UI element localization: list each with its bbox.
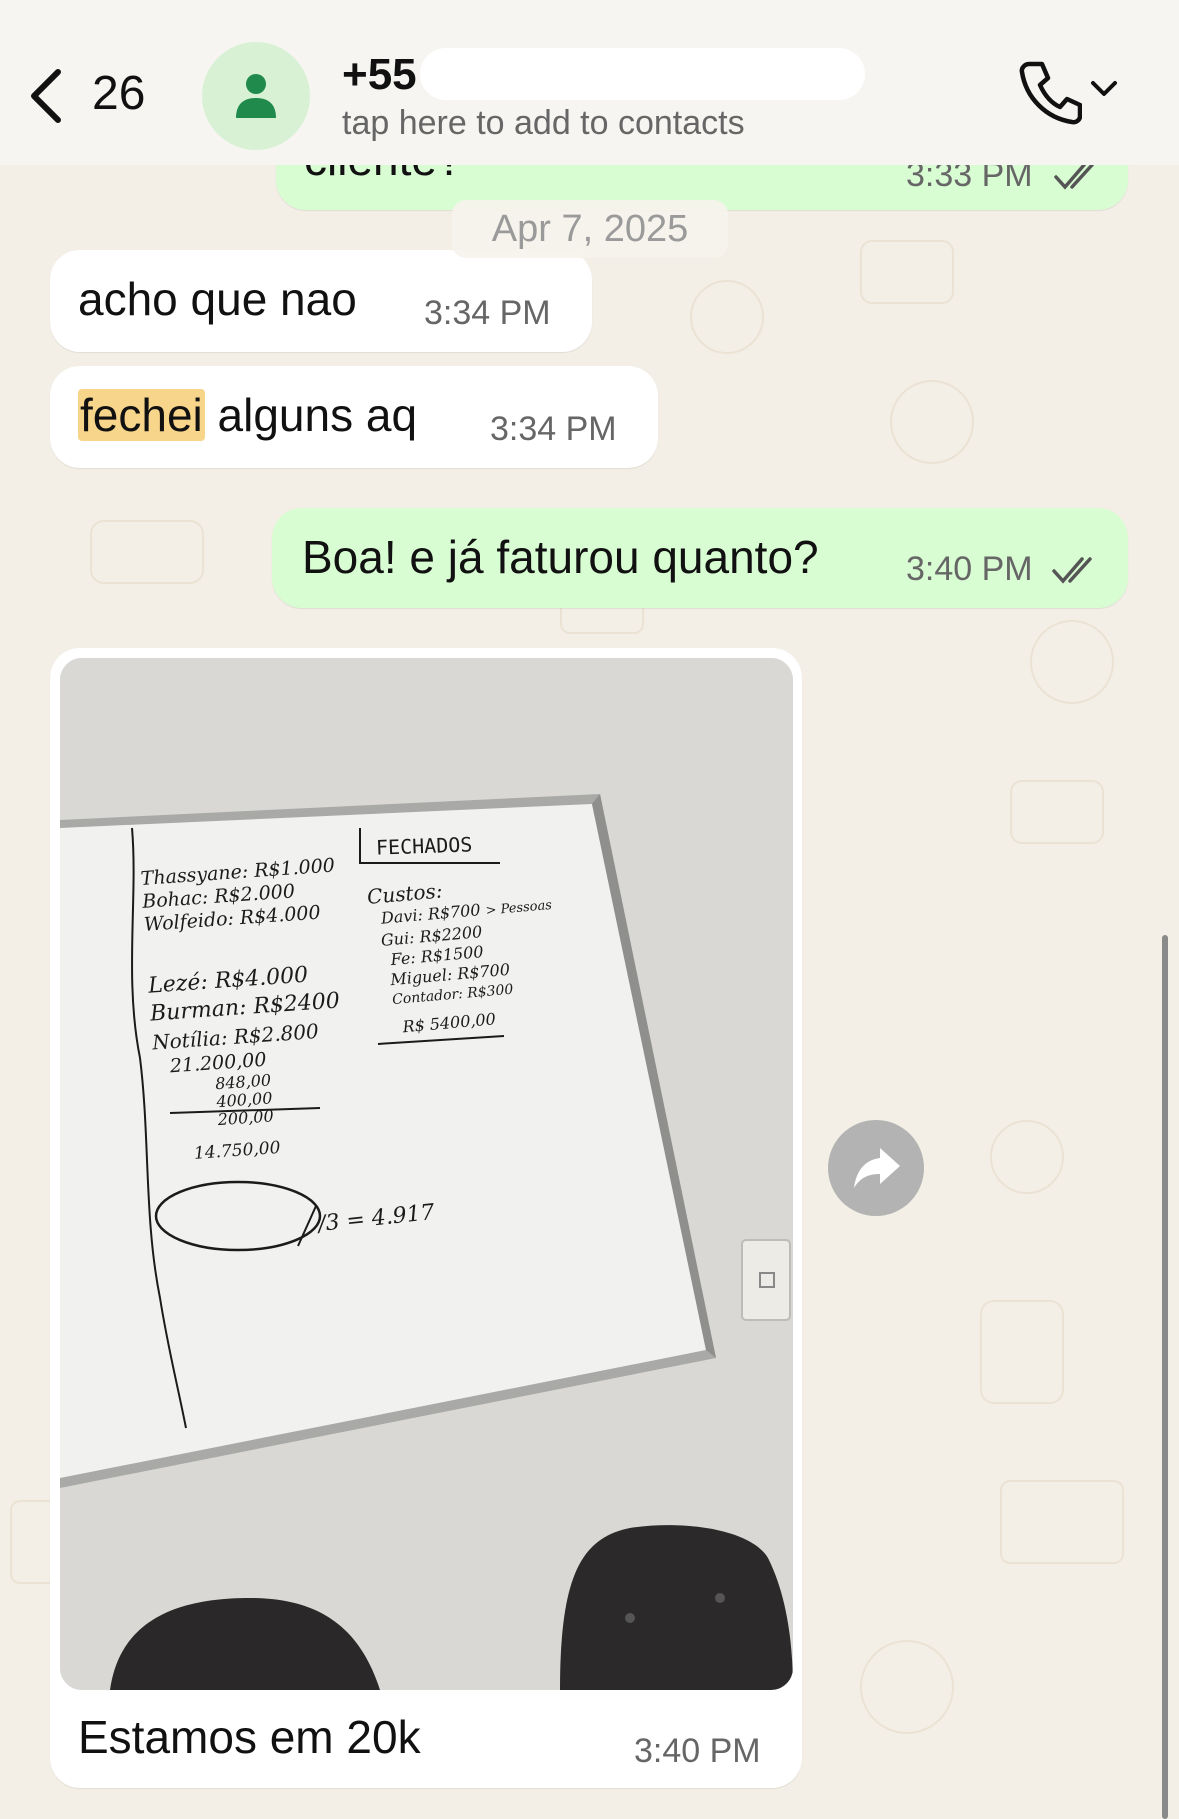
image-caption: Estamos em 20k — [78, 1711, 421, 1763]
date-separator: Apr 7, 2025 — [452, 200, 728, 258]
wallpaper-doodle — [990, 1120, 1064, 1194]
highlighted-word: fechei — [78, 389, 205, 441]
chat-header: 26 +55 tap here to add to contacts — [0, 0, 1179, 165]
scrollbar[interactable] — [1162, 935, 1168, 1819]
chevron-left-icon[interactable] — [26, 66, 66, 126]
message-time: 3:40 PM — [906, 550, 1033, 588]
image-message-bubble[interactable]: FECHADOS Thassyane: R$1.000 Bohac: R$2.0… — [50, 648, 802, 1788]
redaction-mark — [420, 48, 865, 100]
person-icon — [236, 74, 276, 118]
wallpaper-doodle — [690, 280, 764, 354]
message-time: 3:40 PM — [634, 1732, 761, 1770]
wallpaper-doodle — [1030, 620, 1114, 704]
message-bubble-incoming[interactable]: acho que nao 3:34 PM — [50, 250, 592, 352]
chevron-down-icon[interactable] — [1090, 80, 1118, 98]
message-text: Boa! e já faturou quanto? — [302, 531, 819, 583]
message-text: fechei alguns aq — [78, 388, 417, 442]
wallpaper-doodle — [860, 1640, 954, 1734]
double-check-icon — [1054, 163, 1094, 190]
message-time: 3:34 PM — [424, 294, 551, 332]
unread-count[interactable]: 26 — [92, 66, 145, 121]
message-text: acho que nao — [78, 273, 357, 325]
message-time: 3:34 PM — [490, 410, 617, 448]
whiteboard-photo[interactable]: FECHADOS Thassyane: R$1.000 Bohac: R$2.0… — [60, 658, 793, 1690]
whiteboard-right-column: Custos: Davi: R$700 > Pessoas Gui: R$220… — [366, 868, 562, 1039]
avatar[interactable] — [202, 42, 310, 150]
wallpaper-doodle — [860, 240, 954, 304]
message-bubble-outgoing[interactable]: Boa! e já faturou quanto? 3:40 PM — [272, 508, 1128, 608]
wallpaper-doodle — [1010, 780, 1104, 844]
contact-name[interactable]: +55 — [342, 50, 417, 100]
wallpaper-doodle — [890, 380, 974, 464]
message-bubble-incoming[interactable]: fechei alguns aq 3:34 PM — [50, 366, 658, 468]
wallpaper-doodle — [90, 520, 204, 584]
forward-arrow-icon — [854, 1148, 900, 1188]
whiteboard-photo-drawing — [60, 658, 793, 1690]
wallpaper-doodle — [1000, 1480, 1124, 1564]
phone-icon[interactable] — [1018, 60, 1082, 126]
whiteboard-left-column: Thassyane: R$1.000 Bohac: R$2.000 Wolfei… — [140, 854, 355, 1168]
whiteboard-note: > Pessoas — [485, 897, 553, 919]
forward-button[interactable] — [828, 1120, 924, 1216]
double-check-icon — [1052, 557, 1092, 584]
message-text-rest: alguns aq — [204, 389, 418, 441]
wallpaper-doodle — [980, 1300, 1064, 1404]
add-to-contacts-hint[interactable]: tap here to add to contacts — [342, 104, 745, 143]
whiteboard-heading: FECHADOS — [375, 832, 473, 860]
